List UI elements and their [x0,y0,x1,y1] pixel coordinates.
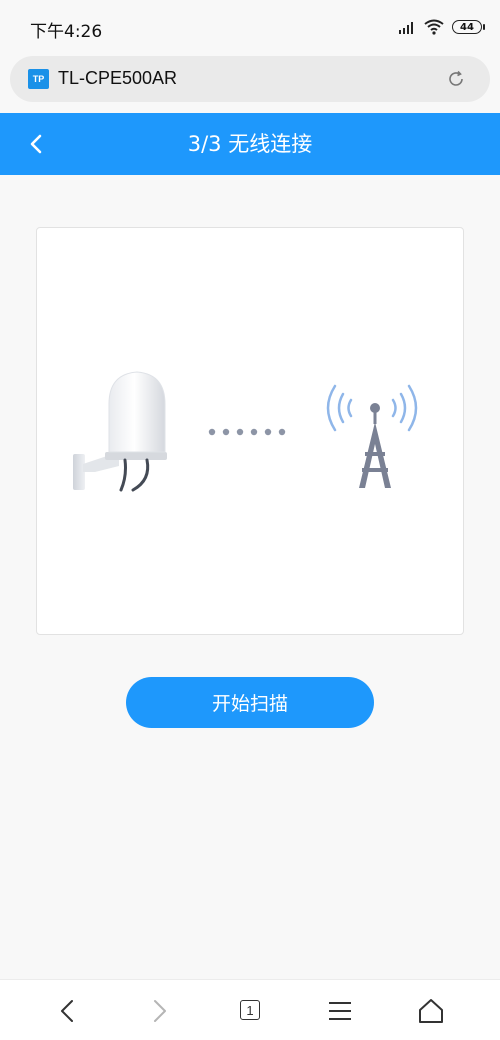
nav-forward-icon[interactable] [142,994,176,1028]
status-icons: 44 [398,17,485,37]
nav-home-icon[interactable] [414,994,448,1028]
site-logo-icon: TP [28,69,49,89]
start-scan-button[interactable]: 开始扫描 [126,677,374,728]
refresh-icon[interactable] [446,69,466,89]
tab-count: 1 [240,1000,260,1020]
status-bar: 下午4:26 44 [0,0,500,54]
connection-dots [208,428,286,436]
connection-illustration [73,371,418,492]
illustration-card [36,227,464,635]
wifi-icon [424,19,444,35]
signal-icon [399,22,413,34]
nav-menu-icon[interactable] [323,994,357,1028]
battery-icon: 44 [452,20,485,34]
app-header: 3/3 无线连接 [0,113,500,175]
tower-icon [326,384,418,488]
status-time: 下午4:26 [30,22,103,42]
nav-tabs-button[interactable]: 1 [233,994,267,1028]
url-text[interactable]: TL-CPE500AR [58,68,177,89]
bottom-nav: 1 [0,979,500,1040]
url-bar[interactable]: TP TL-CPE500AR [10,56,490,102]
nav-back-icon[interactable] [51,994,85,1028]
cpe-device-icon [73,371,167,492]
page-title: 3/3 无线连接 [187,132,313,156]
